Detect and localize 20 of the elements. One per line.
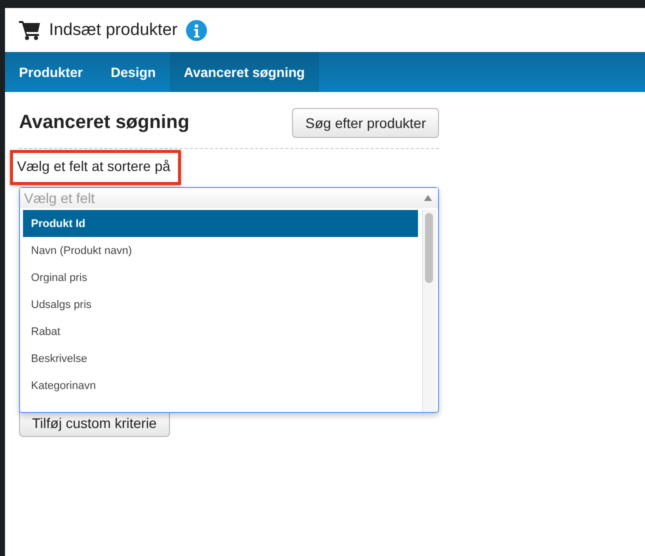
section-heading: Avanceret søgning — [19, 112, 190, 134]
tab[interactable]: Produkter — [5, 52, 97, 92]
dropdown-option[interactable]: Produkt Id — [23, 210, 418, 237]
caret-up-icon — [424, 195, 432, 201]
tab[interactable]: Design — [96, 52, 170, 92]
dropdown-search-field[interactable]: Vælg et felt — [20, 188, 438, 208]
dropdown-option[interactable]: Beskrivelse — [23, 345, 418, 372]
scrollbar[interactable] — [422, 210, 436, 412]
dropdown-option[interactable]: Udsalgs pris — [23, 291, 418, 318]
dropdown-option[interactable]: Orginal pris — [23, 264, 418, 291]
dropdown-option[interactable]: Navn (Produkt navn) — [23, 237, 418, 264]
field-label: Vælg et felt at sortere på — [17, 158, 170, 174]
dropdown-option[interactable]: Kategorinavn — [23, 372, 418, 399]
search-products-button[interactable]: Søg efter produkter — [292, 108, 439, 138]
sort-dropdown[interactable]: Vælg et felt Produkt Id Navn (Produkt navn) Orginal pris Udsalgs pris Rabat Beskrivelse Kategorinavn — [19, 187, 439, 413]
tab[interactable]: Avanceret søgning — [170, 52, 319, 92]
dropdown-option[interactable]: Rabat — [23, 318, 418, 345]
info-icon[interactable] — [186, 20, 207, 40]
shopping-cart-icon — [19, 20, 41, 40]
page-title: Indsæt produkter — [49, 20, 178, 40]
